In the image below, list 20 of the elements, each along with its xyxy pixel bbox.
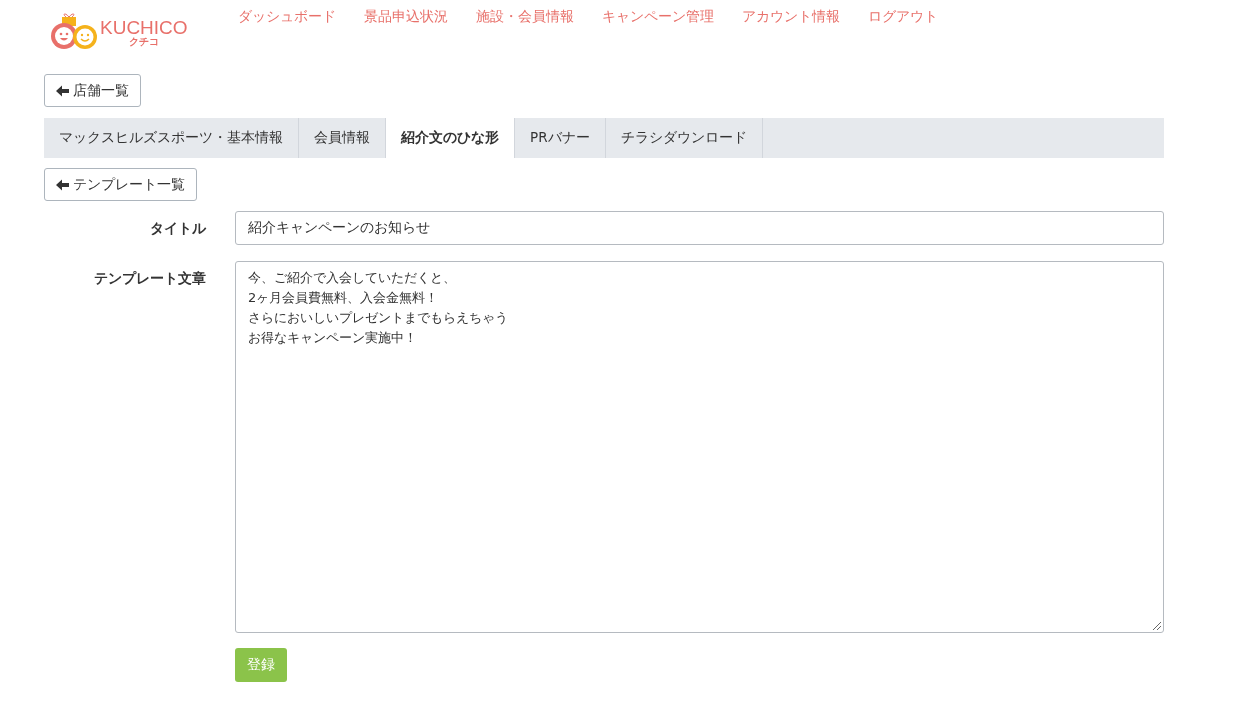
- back-button[interactable]: 店舗一覧: [44, 74, 141, 107]
- tab[interactable]: PRバナー: [515, 118, 606, 158]
- template-list-button[interactable]: テンプレート一覧: [44, 168, 197, 201]
- textarea-line: お得なキャンペーン実施中！: [248, 329, 417, 347]
- textarea-line: さらにおいしいプレゼントまでもらえちゃう: [248, 309, 508, 327]
- arrow-left-icon: [56, 84, 69, 97]
- field-label: タイトル: [149, 219, 206, 238]
- logo-faces-icon: [50, 12, 98, 52]
- field-label: テンプレート文章: [93, 269, 206, 288]
- arrow-left-icon: [56, 178, 69, 191]
- textarea-line: 2ヶ月会員費無料、入会金無料！: [248, 289, 439, 307]
- logo-kana: クチコ: [128, 36, 159, 47]
- title-input[interactable]: 紹介キャンペーンのお知らせ: [235, 211, 1164, 245]
- logo-text: KUCHICO: [100, 17, 188, 37]
- tab[interactable]: マックスヒルズスポーツ・基本情報: [44, 118, 299, 158]
- tab[interactable]: チラシダウンロード: [605, 118, 763, 158]
- template-textarea[interactable]: 今、ご紹介で入会していただくと、 2ヶ月会員費無料、入会金無料！ さらにおいしいプレゼントまでもらえちゃう お得なキャンペーン実施中！: [235, 261, 1164, 633]
- resize-grip-icon: [1153, 622, 1161, 630]
- textarea-line: 今、ご紹介で入会していただくと、: [248, 269, 456, 287]
- tab[interactable]: 紹介文のひな形: [386, 118, 515, 158]
